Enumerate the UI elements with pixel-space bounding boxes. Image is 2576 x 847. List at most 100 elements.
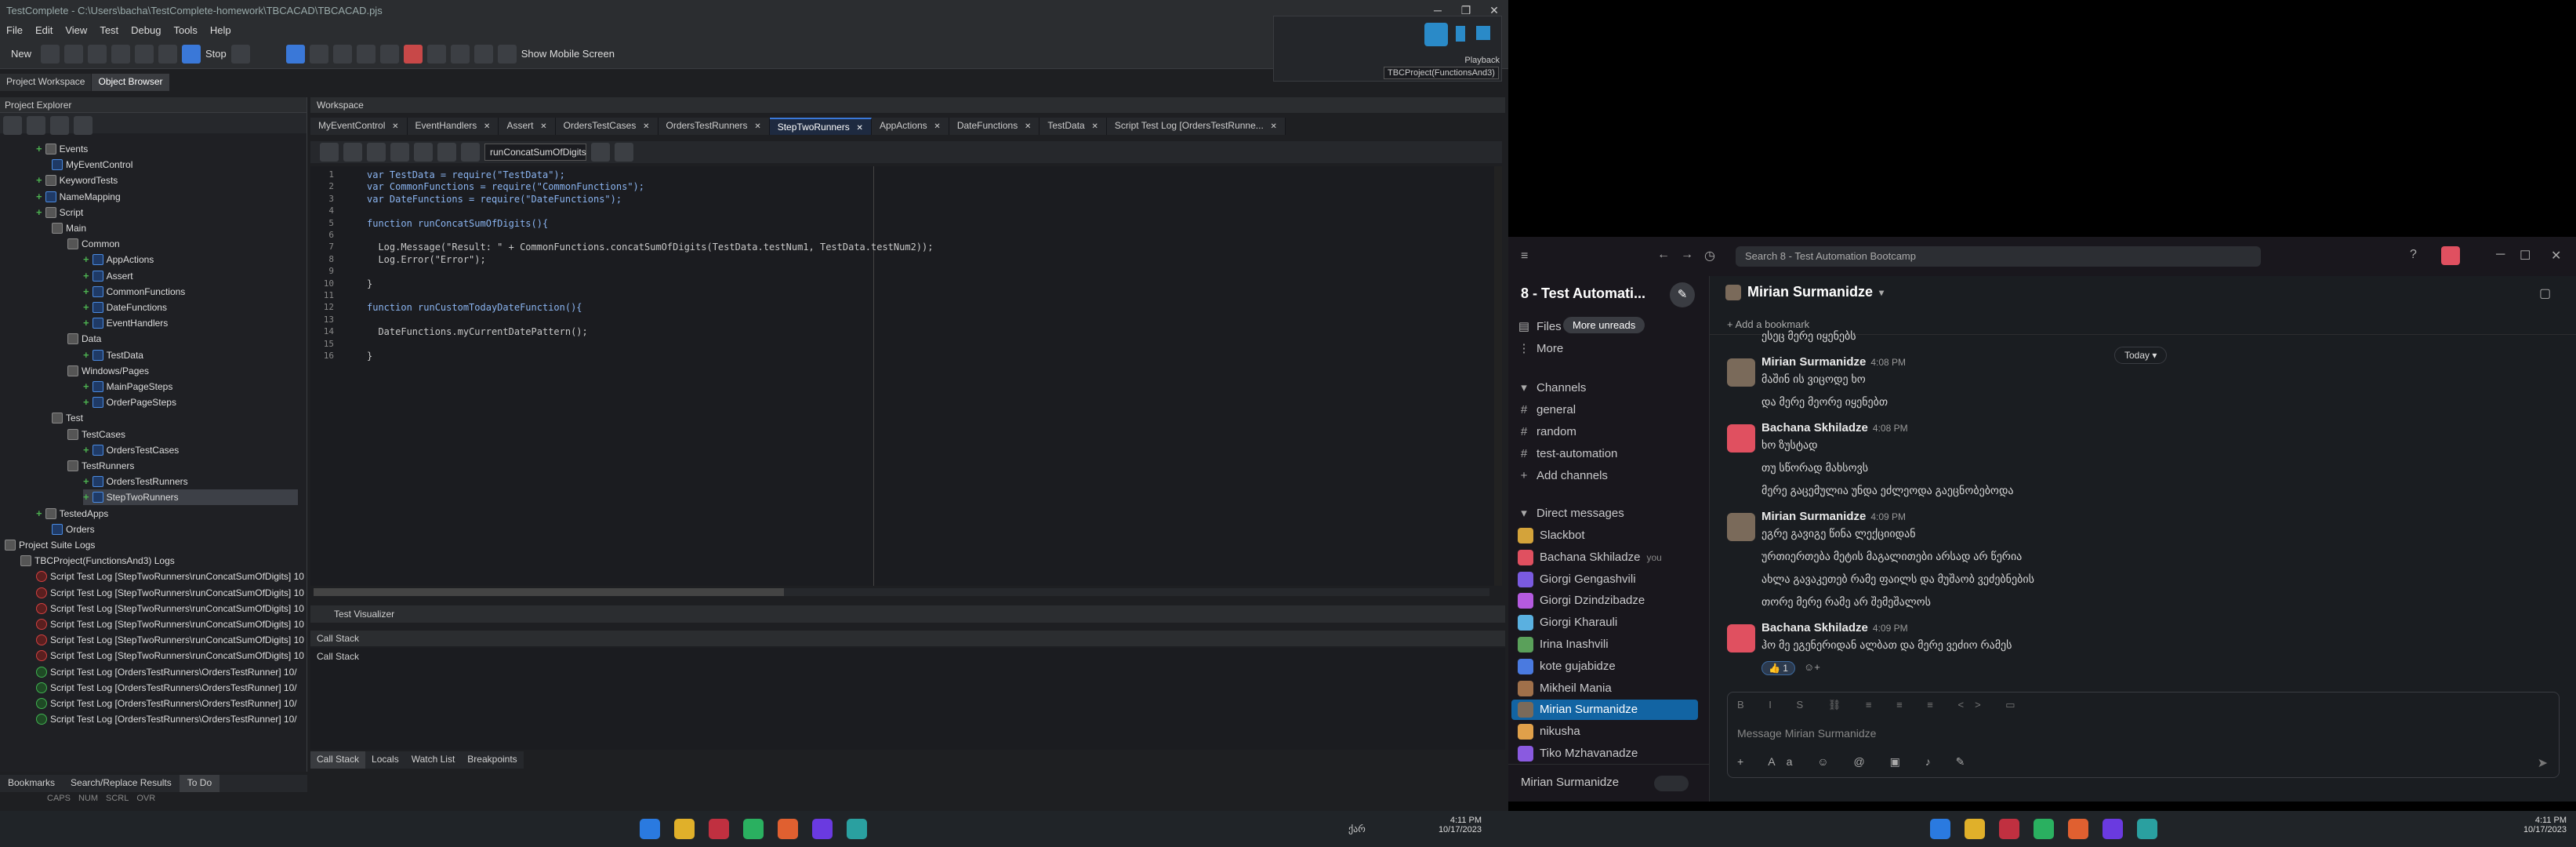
more-item[interactable]: ⋮ More xyxy=(1518,339,1564,359)
tab-close-icon[interactable]: ✕ xyxy=(390,122,398,131)
tree-node[interactable]: + OrderPageSteps xyxy=(83,394,176,410)
cut-icon[interactable] xyxy=(111,44,131,64)
editor-tab[interactable]: MyEventControl ✕ xyxy=(310,118,408,135)
tree-node[interactable]: Script Test Log [OrdersTestRunners\Order… xyxy=(36,711,297,727)
tree-node[interactable]: + TestedApps xyxy=(36,506,108,522)
workspace-name[interactable]: 8 - Test Automati... xyxy=(1521,285,1645,302)
code-editor[interactable]: 1 var TestData = require("TestData"); 2 var… xyxy=(310,166,1502,586)
find-icon[interactable] xyxy=(615,143,633,162)
taskbar-2-clock[interactable]: 4:11 PM 10/17/2023 xyxy=(2504,816,2567,834)
dm-item[interactable]: Giorgi Dzindzibadze xyxy=(1518,591,1645,611)
horizontal-scrollbar[interactable] xyxy=(314,588,1489,596)
properties-icon[interactable] xyxy=(50,116,69,135)
forward-icon[interactable]: → xyxy=(1681,248,1693,262)
editor-tab[interactable]: TestData ✕ xyxy=(1039,118,1107,135)
tree-node[interactable]: Main xyxy=(52,220,86,236)
outdent-icon[interactable] xyxy=(343,143,362,162)
canvas-icon[interactable]: ▢ xyxy=(2539,285,2551,301)
dm-item[interactable]: Mirian Surmanidze xyxy=(1511,700,1698,721)
tree-node[interactable]: Windows/Pages xyxy=(67,363,149,379)
show-mobile-screen-button[interactable]: Show Mobile Screen xyxy=(521,48,615,60)
left-tab[interactable]: Object Browser xyxy=(92,74,170,91)
browser-icon[interactable] xyxy=(778,819,798,839)
help-icon[interactable]: ? xyxy=(2410,248,2417,262)
tree-node[interactable]: + NameMapping xyxy=(36,189,121,205)
tree-node[interactable]: + Assert xyxy=(83,268,133,284)
tree-node[interactable]: + OrdersTestRunners xyxy=(83,474,188,489)
editor-tab[interactable]: Script Test Log [OrdersTestRunne... ✕ xyxy=(1106,118,1286,135)
tree-node[interactable]: Orders xyxy=(52,522,95,537)
spy-icon[interactable] xyxy=(450,44,470,64)
editor-tab[interactable]: StepTwoRunners ✕ xyxy=(769,118,872,135)
editor-tab[interactable]: OrdersTestRunners ✕ xyxy=(658,118,770,135)
format-toolbar[interactable]: B I S ⛓ ≡ ≡ ≡ <> ▭ xyxy=(1737,699,2026,711)
code-line[interactable]: function runConcatSumOfDigits(){ xyxy=(367,218,548,229)
save-all-icon[interactable] xyxy=(88,44,107,64)
tab-close-icon[interactable]: ✕ xyxy=(481,122,490,131)
test-visualizer-bar[interactable]: Test Visualizer xyxy=(310,605,1505,623)
dm-item[interactable]: Bachana Skhiladze you xyxy=(1518,547,1662,568)
message-time[interactable]: 4:09 PM xyxy=(1873,623,1908,634)
check-icon[interactable] xyxy=(591,143,610,162)
message-author[interactable]: Bachana Skhiladze xyxy=(1761,621,1868,634)
uncomment-icon[interactable] xyxy=(390,143,409,162)
code-line[interactable]: function runCustomTodayDateFunction(){ xyxy=(367,302,582,313)
menu-tools[interactable]: Tools xyxy=(167,24,203,36)
tree-node[interactable]: Script Test Log [StepTwoRunners\runConca… xyxy=(36,585,304,601)
debug-tab[interactable]: Breakpoints xyxy=(461,751,524,769)
step-over-icon[interactable] xyxy=(309,44,328,64)
channel-item[interactable]: # random xyxy=(1518,422,1576,442)
message-author[interactable]: Mirian Surmanidze xyxy=(1761,355,1866,369)
menu-edit[interactable]: Edit xyxy=(29,24,59,36)
app-icon[interactable] xyxy=(1999,819,2019,839)
tree-node[interactable]: + TestData xyxy=(83,347,143,363)
mobile-icon[interactable] xyxy=(497,44,517,64)
channel-header[interactable]: Mirian Surmanidze ▾ xyxy=(1725,284,1884,300)
slack-minimize-icon[interactable]: ─ xyxy=(2496,248,2505,262)
dm-header[interactable]: ▾ Direct messages xyxy=(1518,503,1624,524)
message-avatar[interactable] xyxy=(1727,358,1755,387)
remove-icon[interactable] xyxy=(27,116,45,135)
tab-close-icon[interactable]: ✕ xyxy=(854,124,863,133)
dm-item[interactable]: Giorgi Gengashvili xyxy=(1518,569,1636,590)
add-reaction-icon[interactable]: ☺+ xyxy=(1804,661,1820,673)
tree-node[interactable]: Script Test Log [OrdersTestRunners\Order… xyxy=(36,680,297,696)
code-line[interactable]: var CommonFunctions = require("CommonFun… xyxy=(367,181,644,192)
huddle-toggle[interactable] xyxy=(1654,776,1689,791)
refresh-icon[interactable] xyxy=(74,116,93,135)
app-icon[interactable] xyxy=(709,819,729,839)
message-avatar[interactable] xyxy=(1727,513,1755,541)
tree-node[interactable]: Script Test Log [OrdersTestRunners\Order… xyxy=(36,696,297,711)
bookmark-icon[interactable] xyxy=(414,143,433,162)
tree-node[interactable]: + DateFunctions xyxy=(83,300,167,315)
composer-input[interactable]: Message Mirian Surmanidze xyxy=(1737,727,1876,740)
reaction-pill[interactable]: 👍 1 xyxy=(1761,661,1795,675)
dm-item[interactable]: kote gujabidze xyxy=(1518,656,1616,677)
chrome-icon[interactable] xyxy=(743,819,764,839)
code-line[interactable]: } xyxy=(367,278,372,289)
tree-node[interactable]: Project Suite Logs xyxy=(5,537,95,553)
message-time[interactable]: 4:08 PM xyxy=(1870,357,1906,368)
copy-icon[interactable] xyxy=(135,44,154,64)
compose-icon[interactable]: ✎ xyxy=(1670,282,1695,307)
tree-node[interactable]: + Script xyxy=(36,205,83,220)
function-dropdown[interactable]: runConcatSumOfDigits xyxy=(484,144,586,161)
debug-icon[interactable] xyxy=(403,44,423,64)
add-bookmark-button[interactable]: + Add a bookmark xyxy=(1727,318,1809,330)
user-avatar[interactable] xyxy=(2441,246,2460,265)
editor-tab[interactable]: Assert ✕ xyxy=(499,118,556,135)
tree-node[interactable]: TestCases xyxy=(67,427,125,442)
composer-actions[interactable]: + Aa ☺ @ ▣ ♪ ✎ xyxy=(1737,755,1976,769)
tree-node[interactable]: TBCProject(FunctionsAnd3) Logs xyxy=(20,553,175,569)
tree-node[interactable]: MyEventControl xyxy=(52,157,132,173)
discord-icon[interactable] xyxy=(2103,819,2123,839)
tree-node[interactable]: Script Test Log [StepTwoRunners\runConca… xyxy=(36,616,304,632)
tree-node[interactable]: + StepTwoRunners xyxy=(83,489,298,506)
open-icon[interactable] xyxy=(41,44,60,64)
channels-header[interactable]: ▾ Channels xyxy=(1518,378,1586,398)
tree-node[interactable]: + EventHandlers xyxy=(83,315,168,331)
message-composer[interactable]: B I S ⛓ ≡ ≡ ≡ <> ▭ Message Mirian Surman… xyxy=(1727,692,2560,778)
testcomplete-icon[interactable] xyxy=(847,819,867,839)
back-icon[interactable] xyxy=(437,143,456,162)
record-icon[interactable] xyxy=(230,44,250,64)
